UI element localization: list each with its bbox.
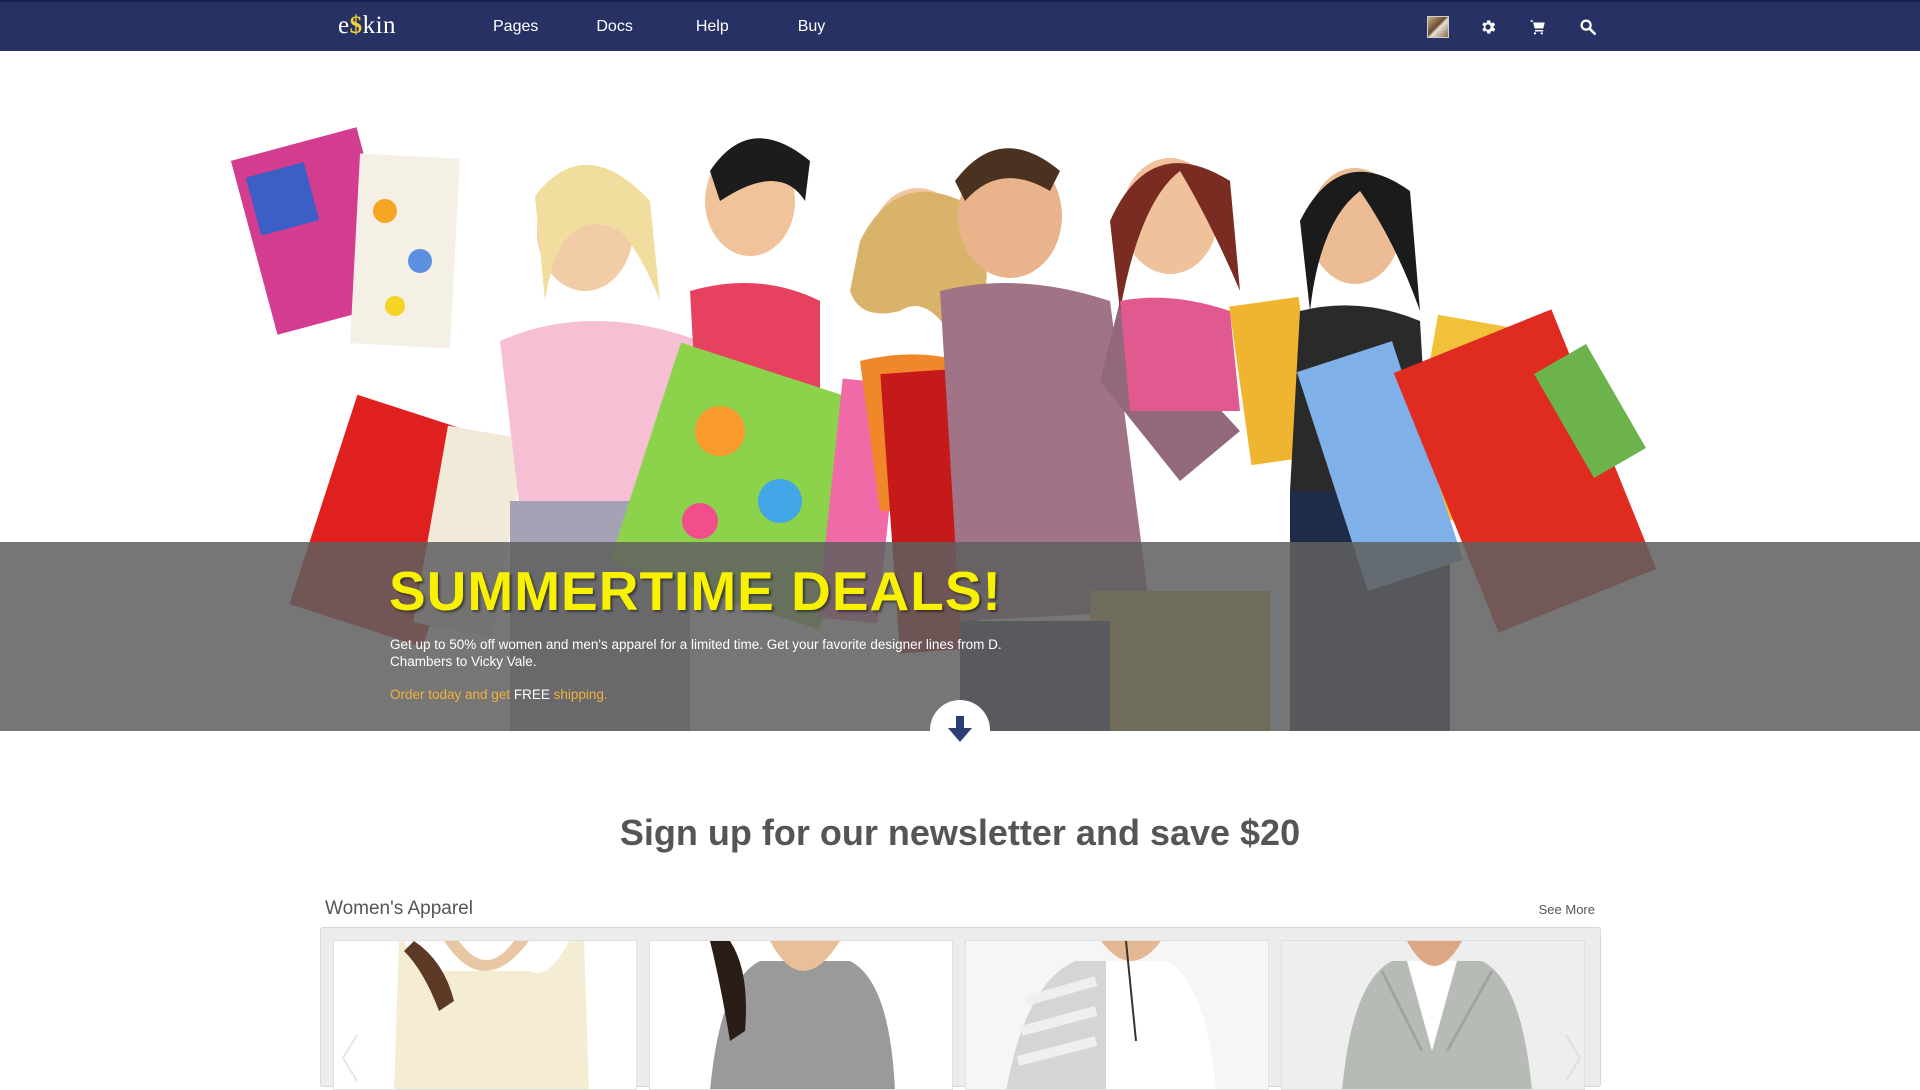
logo-prefix: e — [338, 12, 350, 39]
hero-banner: SUMMERTIME DEALS! Get up to 50% off wome… — [0, 51, 1920, 731]
product-carousel — [320, 927, 1601, 1090]
avatar — [1427, 16, 1449, 38]
main-nav: Pages Docs Help Buy — [466, 2, 855, 53]
search-button[interactable] — [1576, 15, 1600, 39]
cart-icon — [1530, 20, 1545, 35]
offer-suffix: shipping. — [549, 687, 608, 702]
user-avatar-button[interactable] — [1426, 15, 1450, 39]
hero-description: Get up to 50% off women and men's appare… — [390, 637, 1002, 669]
product-card[interactable] — [1281, 940, 1585, 1090]
nav-item-docs[interactable]: Docs — [568, 2, 664, 53]
logo-suffix: kin — [362, 12, 397, 39]
product-card[interactable] — [333, 940, 637, 1090]
offer-highlight: FREE — [513, 687, 550, 702]
section-title: Women's Apparel — [325, 898, 473, 919]
search-icon — [1580, 19, 1597, 36]
scroll-down-button[interactable] — [930, 700, 990, 760]
product-card[interactable] — [649, 940, 953, 1090]
settings-button[interactable] — [1476, 15, 1500, 39]
brand-logo[interactable]: e$kin — [338, 12, 396, 40]
product-image — [650, 941, 952, 1089]
carousel-next-arrow[interactable] — [1564, 1033, 1584, 1083]
cart-button[interactable] — [1526, 15, 1550, 39]
nav-item-buy[interactable]: Buy — [767, 2, 856, 53]
newsletter-signup-link[interactable]: Sign up for our newsletter and save $20 — [0, 812, 1920, 854]
carousel-prev-arrow[interactable] — [339, 1033, 359, 1083]
product-card[interactable] — [965, 940, 1269, 1090]
nav-item-help[interactable]: Help — [665, 2, 767, 53]
see-more-link[interactable]: See More — [1539, 902, 1595, 917]
product-image — [334, 941, 636, 1089]
top-navigation-bar: e$kin Pages Docs Help Buy — [0, 0, 1920, 51]
arrow-down-icon — [948, 716, 972, 742]
product-image — [966, 941, 1268, 1089]
hero-offer: Order today and get FREE shipping. — [390, 687, 608, 702]
offer-prefix: Order today and get — [390, 687, 514, 702]
gear-icon — [1482, 20, 1496, 34]
hero-title: SUMMERTIME DEALS! — [389, 560, 1002, 622]
logo-symbol: $ — [349, 12, 363, 39]
product-image — [1282, 941, 1584, 1089]
topbar-actions — [1426, 15, 1600, 39]
womens-apparel-header: Women's Apparel See More — [325, 898, 1595, 920]
nav-item-pages[interactable]: Pages — [466, 2, 568, 53]
